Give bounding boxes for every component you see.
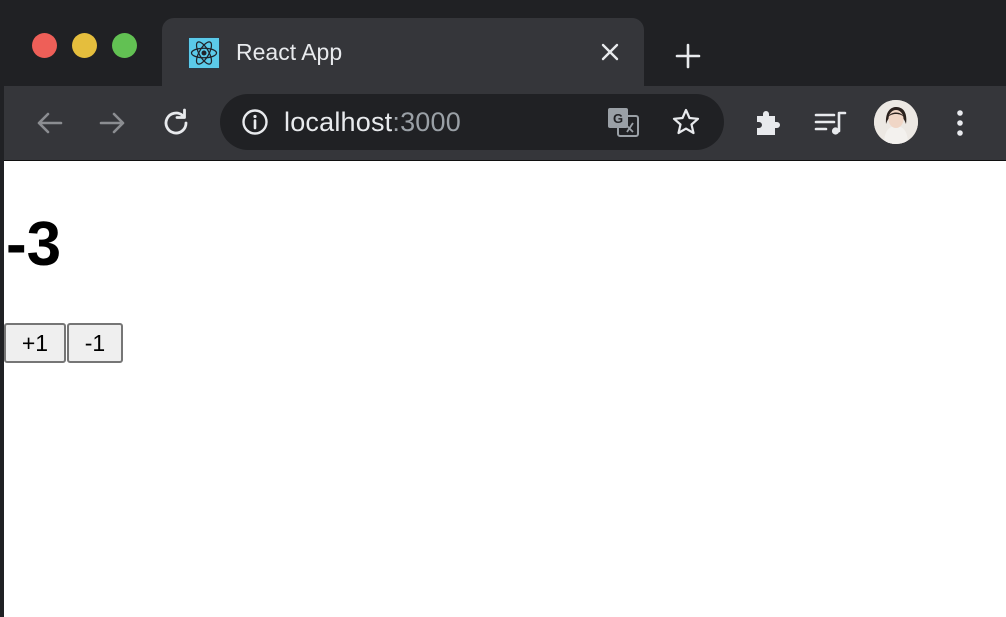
browser-window: React App localhost:3000 G -3 +1 -1: [0, 0, 1006, 617]
react-logo-icon: [188, 37, 220, 69]
minimize-window-button[interactable]: [72, 33, 97, 58]
page-viewport: -3 +1 -1: [4, 160, 1006, 617]
puzzle-icon[interactable]: [749, 104, 787, 142]
url-port: :3000: [392, 107, 461, 137]
tab-react-app[interactable]: React App: [162, 18, 644, 86]
translate-icon[interactable]: G: [606, 106, 640, 138]
arrow-right-icon[interactable]: [94, 104, 132, 142]
close-tab-icon[interactable]: [598, 40, 622, 64]
counter-controls: +1 -1: [4, 323, 124, 363]
decrement-button[interactable]: -1: [67, 323, 123, 363]
arrow-left-icon[interactable]: [30, 104, 68, 142]
svg-text:G: G: [613, 111, 623, 126]
tab-title: React App: [236, 39, 343, 65]
url-text[interactable]: localhost:3000: [284, 107, 461, 137]
maximize-window-button[interactable]: [112, 33, 137, 58]
info-icon[interactable]: [240, 108, 270, 136]
kebab-menu-icon[interactable]: [941, 104, 979, 142]
address-bar[interactable]: localhost:3000 G: [220, 94, 724, 150]
profile-avatar[interactable]: [874, 100, 918, 144]
reload-icon[interactable]: [157, 104, 195, 142]
new-tab-icon[interactable]: [672, 40, 704, 72]
counter-value: -3: [6, 210, 62, 279]
browser-toolbar: localhost:3000 G: [4, 86, 1006, 160]
url-host: localhost: [284, 107, 393, 137]
close-window-button[interactable]: [32, 33, 57, 58]
tab-strip: React App: [4, 0, 1006, 86]
media-queue-icon[interactable]: [812, 104, 850, 142]
star-icon[interactable]: [670, 106, 702, 138]
increment-button[interactable]: +1: [4, 323, 66, 363]
